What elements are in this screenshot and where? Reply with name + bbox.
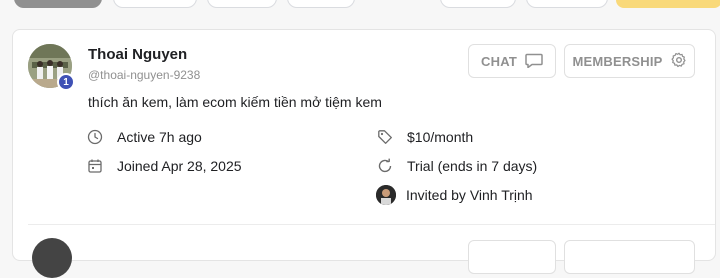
member-bio: thích ăn kem, làm ecom kiếm tiền mở tiệm…: [88, 94, 382, 110]
chat-button-label: CHAT: [481, 53, 517, 69]
joined-date: Joined Apr 28, 2025: [87, 156, 242, 176]
trial-status: Trial (ends in 7 days): [377, 156, 537, 176]
membership-button-label: MEMBERSHIP: [572, 53, 663, 69]
tag-icon: [377, 129, 393, 145]
member-name[interactable]: Thoai Nguyen: [88, 46, 187, 63]
level-badge: 1: [57, 73, 75, 91]
member-avatar-wrap[interactable]: 1: [28, 44, 75, 91]
inviter-avatar[interactable]: [376, 185, 396, 205]
filter-pill[interactable]: [113, 0, 197, 8]
membership-button[interactable]: MEMBERSHIP: [564, 44, 695, 78]
membership-button[interactable]: [564, 240, 695, 274]
invited-by-text[interactable]: Invited by Vinh Trịnh: [406, 187, 533, 203]
refresh-icon: [377, 158, 393, 174]
last-active-text: Active 7h ago: [117, 129, 202, 145]
filter-pill[interactable]: [526, 0, 608, 8]
filter-pill[interactable]: [207, 0, 277, 8]
card-divider: [28, 224, 715, 225]
membership-price: $10/month: [377, 127, 473, 147]
membership-price-text: $10/month: [407, 129, 474, 145]
filter-pill[interactable]: [440, 0, 516, 8]
calendar-icon: [87, 158, 103, 174]
gear-icon: [671, 52, 687, 71]
primary-action-button[interactable]: [616, 0, 720, 8]
clock-icon: [87, 129, 103, 145]
joined-date-text: Joined Apr 28, 2025: [117, 158, 242, 174]
filter-pill-active[interactable]: [14, 0, 102, 8]
chat-button[interactable]: CHAT: [468, 44, 556, 78]
chat-bubble-icon: [525, 52, 543, 71]
member-handle: @thoai-nguyen-9238: [88, 68, 201, 82]
invited-by: Invited by Vinh Trịnh: [376, 185, 533, 205]
trial-status-text: Trial (ends in 7 days): [407, 158, 538, 174]
chat-button[interactable]: [468, 240, 556, 274]
filter-pill[interactable]: [287, 0, 355, 8]
avatar[interactable]: [32, 238, 72, 278]
last-active: Active 7h ago: [87, 127, 202, 147]
member-card: 1 Thoai Nguyen @thoai-nguyen-9238 CHAT M…: [12, 29, 716, 278]
